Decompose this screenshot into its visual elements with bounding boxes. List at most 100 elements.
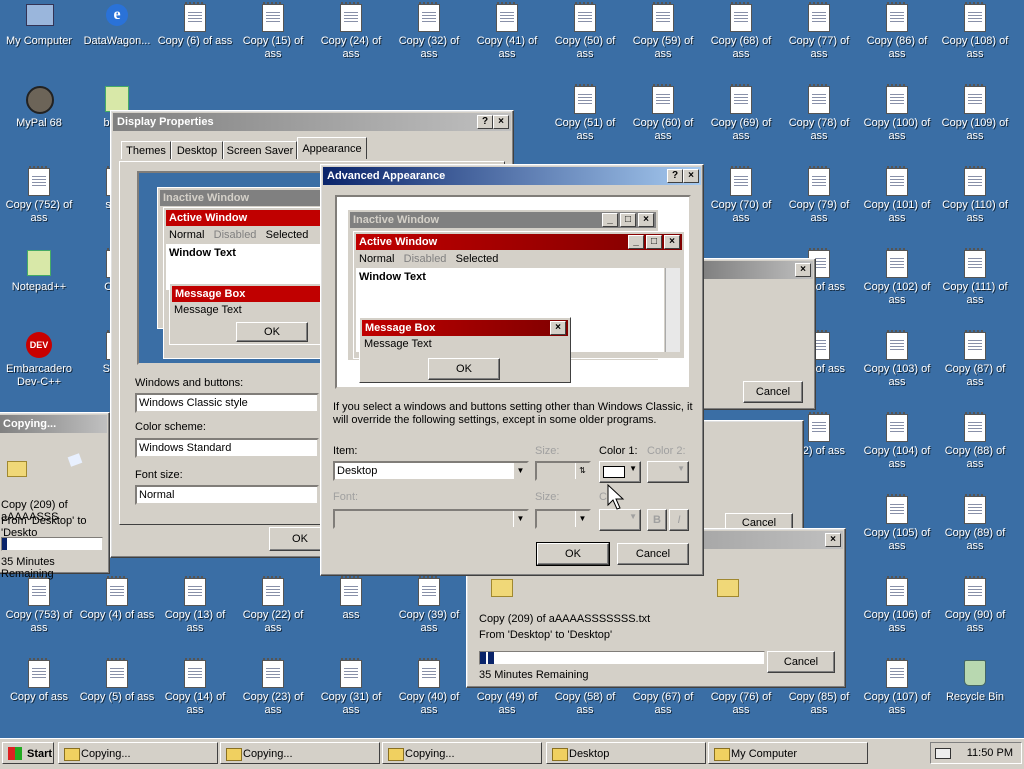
- desktop-icon[interactable]: DEV Embarcadero Dev-C++: [0, 328, 78, 402]
- desktop-icon[interactable]: Copy (4) of ass: [78, 574, 156, 648]
- desktop-icon[interactable]: Copy (5) of ass: [78, 656, 156, 730]
- desktop-icon[interactable]: Copy (14) of ass: [156, 656, 234, 730]
- desktop-icon[interactable]: Copy (107) of ass: [858, 656, 936, 730]
- text-file-icon: [260, 2, 286, 32]
- close-icon[interactable]: ×: [825, 533, 841, 547]
- desktop-icon[interactable]: Copy (22) of ass: [234, 574, 312, 648]
- windows-buttons-select[interactable]: Windows Classic style: [135, 393, 319, 413]
- desktop-icon[interactable]: Copy (111) of ass: [936, 246, 1014, 320]
- help-icon[interactable]: ?: [667, 169, 683, 183]
- tab-desktop[interactable]: Desktop: [171, 141, 223, 159]
- desktop-icon[interactable]: Notepad++: [0, 246, 78, 320]
- desktop-icon[interactable]: ass: [312, 574, 390, 648]
- tab-themes[interactable]: Themes: [121, 141, 171, 159]
- desktop-icon[interactable]: Copy (6) of ass: [156, 0, 234, 74]
- desktop-icon[interactable]: Copy (51) of ass: [546, 82, 624, 156]
- text-file-icon: [962, 330, 988, 360]
- cancel-button[interactable]: Cancel: [617, 543, 689, 565]
- desktop-icon[interactable]: Copy (89) of ass: [936, 492, 1014, 566]
- desktop-icon[interactable]: Copy (40) of ass: [390, 656, 468, 730]
- desktop-icon[interactable]: Copy (78) of ass: [780, 82, 858, 156]
- desktop-icon[interactable]: Copy (90) of ass: [936, 574, 1014, 648]
- taskbar-button[interactable]: Copying...: [382, 742, 542, 764]
- folder-icon: [7, 461, 27, 477]
- desktop-icon[interactable]: Copy (70) of ass: [702, 164, 780, 238]
- paper-icon: [67, 453, 83, 467]
- desktop-icon[interactable]: Copy (106) of ass: [858, 574, 936, 648]
- desktop-icon[interactable]: Copy (32) of ass: [390, 0, 468, 74]
- font-select: ▼: [333, 509, 529, 529]
- desktop-icon[interactable]: MyPal 68: [0, 82, 78, 156]
- desktop-icon[interactable]: Copy (69) of ass: [702, 82, 780, 156]
- desktop-icon[interactable]: Copy (110) of ass: [936, 164, 1014, 238]
- text-file-icon: [338, 658, 364, 688]
- copying-remaining: 35 Minutes Remaining: [479, 669, 589, 681]
- desktop-icon[interactable]: Copy (24) of ass: [312, 0, 390, 74]
- desktop-icon[interactable]: Copy (102) of ass: [858, 246, 936, 320]
- desktop-icon[interactable]: Copy (108) of ass: [936, 0, 1014, 74]
- taskbar-button[interactable]: Copying...: [220, 742, 380, 764]
- cancel-button-bottom[interactable]: Cancel: [767, 651, 835, 673]
- close-icon[interactable]: ×: [493, 115, 509, 129]
- desktop-icon[interactable]: Copy (50) of ass: [546, 0, 624, 74]
- font-label: Font:: [333, 491, 359, 503]
- menu-selected: Selected: [455, 253, 499, 265]
- desktop-icon[interactable]: Copy (752) of ass: [0, 164, 78, 238]
- preview-active-title: Active Window: [166, 210, 332, 226]
- taskbar-button[interactable]: Copying...: [58, 742, 218, 764]
- size-spinner: ⇅: [535, 461, 591, 481]
- color1-picker[interactable]: ▼: [599, 461, 641, 483]
- clock[interactable]: 11:50 PM: [967, 743, 1013, 763]
- text-file-icon: [416, 2, 442, 32]
- desktop-icon[interactable]: Copy (104) of ass: [858, 410, 936, 484]
- desktop-icon[interactable]: Copy (87) of ass: [936, 328, 1014, 402]
- tab-appearance[interactable]: Appearance: [297, 137, 367, 159]
- desktop-icon[interactable]: Copy (68) of ass: [702, 0, 780, 74]
- close-icon[interactable]: ×: [683, 169, 699, 183]
- desktop-icon[interactable]: Copy (753) of ass: [0, 574, 78, 648]
- desktop-icon[interactable]: Copy of ass: [0, 656, 78, 730]
- cancel-button-right[interactable]: Cancel: [743, 381, 803, 403]
- close-icon[interactable]: ×: [795, 263, 811, 277]
- folder-icon: [226, 748, 242, 761]
- desktop-icon[interactable]: Copy (15) of ass: [234, 0, 312, 74]
- taskbar-button[interactable]: Desktop: [546, 742, 706, 764]
- windows-logo-icon: [8, 747, 22, 760]
- preview-ok-button: OK: [428, 358, 500, 380]
- color-scheme-select[interactable]: Windows Standard: [135, 438, 319, 458]
- text-file-icon: [806, 84, 832, 114]
- desktop-icon[interactable]: Copy (60) of ass: [624, 82, 702, 156]
- ok-button[interactable]: OK: [536, 542, 610, 566]
- tab-screen-saver[interactable]: Screen Saver: [223, 141, 297, 159]
- desktop-icon[interactable]: Copy (77) of ass: [780, 0, 858, 74]
- desktop-icon[interactable]: Copy (39) of ass: [390, 574, 468, 648]
- desktop-icon-label: Copy (70) of ass: [710, 199, 772, 224]
- taskbar-button[interactable]: My Computer: [708, 742, 868, 764]
- desktop-icon[interactable]: Copy (59) of ass: [624, 0, 702, 74]
- item-select[interactable]: Desktop ▼: [333, 461, 529, 481]
- menu-selected: Selected: [265, 229, 309, 241]
- desktop-icon[interactable]: e DataWagon...: [78, 0, 156, 74]
- desktop-icon-label: Copy (4) of ass: [79, 609, 155, 621]
- font-size-select[interactable]: Normal: [135, 485, 319, 505]
- desktop-icon[interactable]: Copy (105) of ass: [858, 492, 936, 566]
- desktop-icon[interactable]: Copy (88) of ass: [936, 410, 1014, 484]
- text-file-icon: [962, 2, 988, 32]
- help-icon[interactable]: ?: [477, 115, 493, 129]
- desktop-icon[interactable]: Copy (31) of ass: [312, 656, 390, 730]
- desktop-icon[interactable]: Copy (101) of ass: [858, 164, 936, 238]
- desktop-icon[interactable]: Recycle Bin: [936, 656, 1014, 730]
- text-file-icon: [572, 84, 598, 114]
- desktop-icon[interactable]: Copy (109) of ass: [936, 82, 1014, 156]
- desktop-icon[interactable]: Copy (13) of ass: [156, 574, 234, 648]
- start-button[interactable]: Start: [2, 742, 54, 764]
- desktop-icon[interactable]: Copy (86) of ass: [858, 0, 936, 74]
- desktop-icon[interactable]: Copy (100) of ass: [858, 82, 936, 156]
- keyboard-icon[interactable]: [935, 748, 951, 759]
- advanced-appearance-title: Advanced Appearance: [323, 167, 701, 185]
- desktop-icon[interactable]: Copy (79) of ass: [780, 164, 858, 238]
- desktop-icon[interactable]: Copy (41) of ass: [468, 0, 546, 74]
- desktop-icon[interactable]: My Computer: [0, 0, 78, 74]
- desktop-icon[interactable]: Copy (23) of ass: [234, 656, 312, 730]
- desktop-icon[interactable]: Copy (103) of ass: [858, 328, 936, 402]
